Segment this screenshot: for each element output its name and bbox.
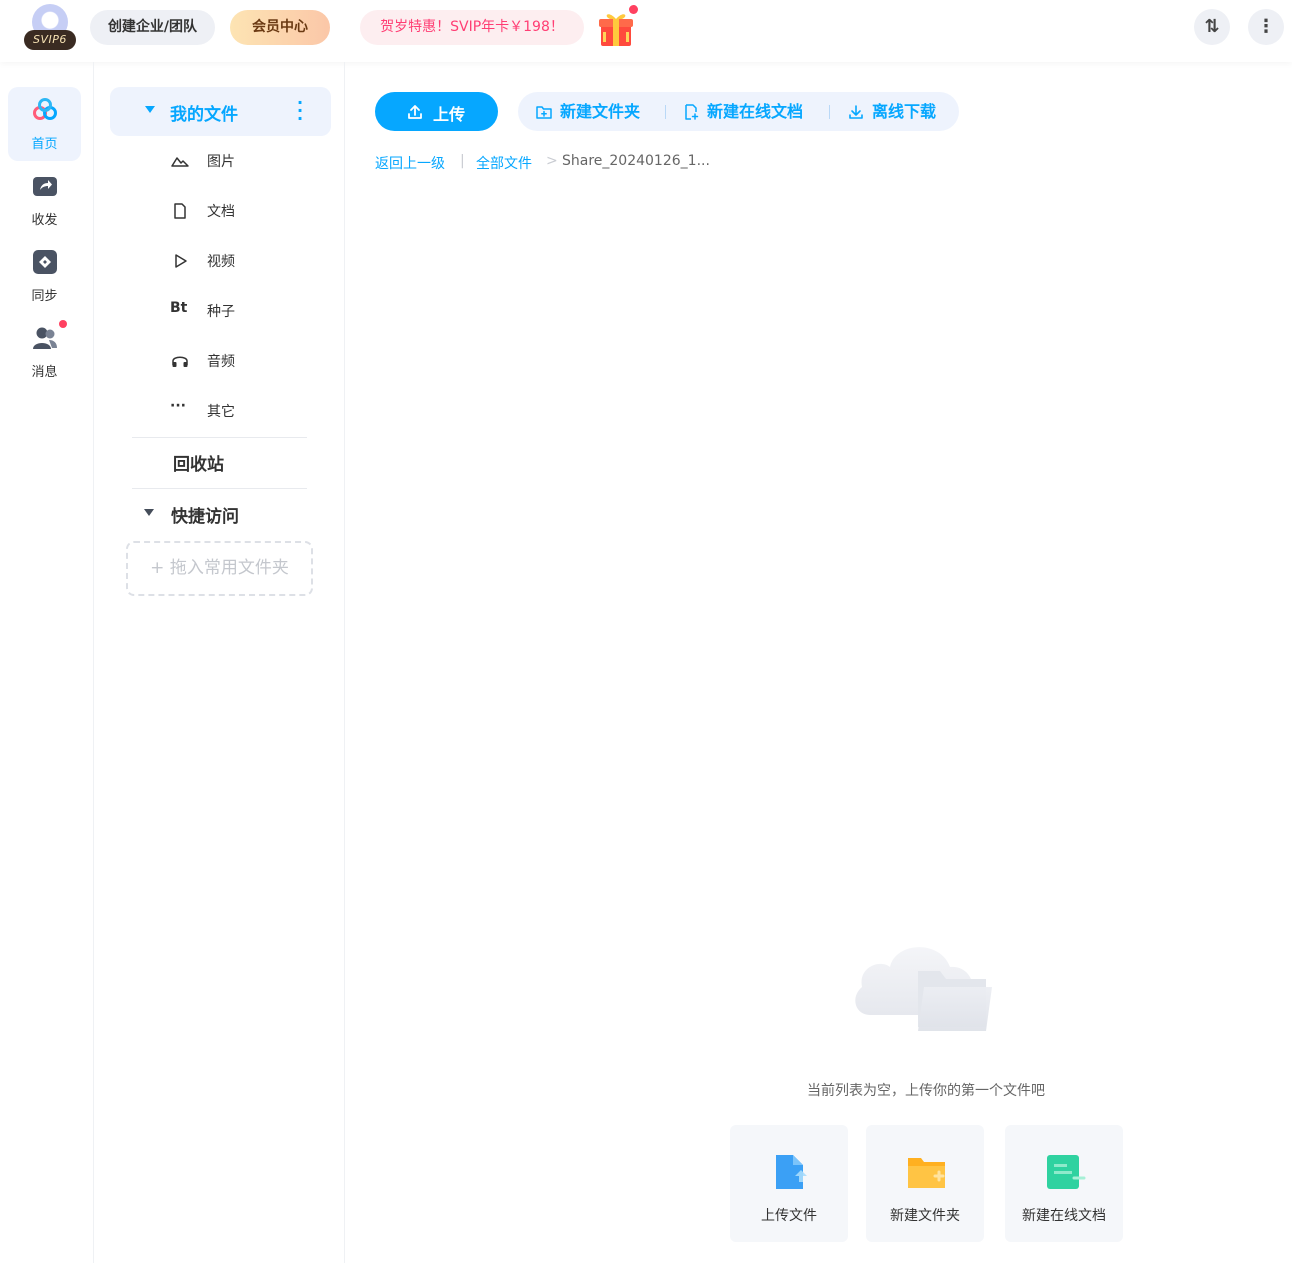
separator <box>665 105 666 119</box>
upload-file-icon <box>776 1155 807 1189</box>
promo-banner[interactable]: 贺岁特惠！SVIP年卡￥198！ <box>360 10 584 45</box>
audio-icon <box>172 356 188 367</box>
top-bar: SVIP6 创建企业/团队 会员中心 贺岁特惠！SVIP年卡￥198！ ⇅ ⋮ <box>0 0 1292 62</box>
notification-dot <box>629 5 638 14</box>
new-online-doc-button[interactable]: 新建在线文档 <box>682 92 814 131</box>
breadcrumb-all-files-link[interactable]: 全部文件 <box>476 153 532 173</box>
card-label: 新建在线文档 <box>1022 1208 1106 1224</box>
rail-item-sync[interactable]: 同步 <box>8 239 81 313</box>
new-folder-label: 新建文件夹 <box>560 102 641 121</box>
separator <box>829 105 830 119</box>
expand-caret-icon[interactable] <box>145 106 155 113</box>
breadcrumb-arrow: > <box>546 153 558 169</box>
gift-icon[interactable] <box>598 8 634 48</box>
upload-button-label: 上传 <box>433 105 466 124</box>
breadcrumb-divider: | <box>460 153 465 169</box>
new-folder-icon <box>908 1158 945 1188</box>
card-label: 新建文件夹 <box>890 1208 960 1224</box>
tree-item-videos[interactable]: 视频 <box>170 246 320 276</box>
video-icon <box>175 254 187 268</box>
document-icon <box>174 203 186 219</box>
main-content: 上传 新建文件夹 新建在线文档 离线下载 返回上一级 | 全部文件 > Shar… <box>345 62 1292 1263</box>
nav-rail: 首页 收发 同步 消息 <box>0 62 94 1263</box>
tree-my-files[interactable]: 我的文件 · · · <box>110 87 331 136</box>
transfer-icon[interactable]: ⇅ <box>1194 9 1230 45</box>
message-icon <box>33 327 57 349</box>
share-icon <box>33 177 57 196</box>
new-online-doc-label: 新建在线文档 <box>707 102 804 121</box>
tree-item-label: 图片 <box>207 154 235 170</box>
file-tree-sidebar: 我的文件 · · · 图片 文档 视频 Bt 种子 音频 ··· 其它 回收站 … <box>95 62 345 1263</box>
more-vertical-icon[interactable]: ⋮ <box>1248 9 1284 45</box>
empty-new-online-doc-card[interactable]: 新建在线文档 <box>1005 1125 1123 1242</box>
empty-new-folder-card[interactable]: 新建文件夹 <box>866 1125 984 1242</box>
vip-center-button[interactable]: 会员中心 <box>230 10 330 45</box>
divider <box>132 437 307 438</box>
new-folder-button[interactable]: 新建文件夹 <box>535 92 650 131</box>
tree-item-label: 其它 <box>207 404 235 420</box>
card-label: 上传文件 <box>761 1208 817 1224</box>
avatar[interactable]: SVIP6 <box>24 4 76 50</box>
empty-upload-file-card[interactable]: 上传文件 <box>730 1125 848 1242</box>
breadcrumb-back-link[interactable]: 返回上一级 <box>375 153 445 173</box>
upload-icon <box>408 105 422 119</box>
torrent-icon: Bt <box>170 300 188 316</box>
tree-item-label: 文档 <box>207 204 235 220</box>
divider <box>132 488 307 489</box>
empty-cloud-folder-icon <box>855 947 992 1031</box>
more-vertical-icon[interactable]: · · · <box>296 95 304 127</box>
rail-item-share[interactable]: 收发 <box>8 163 81 237</box>
rail-label-home: 首页 <box>31 137 58 152</box>
quick-access-drop-zone[interactable]: + 拖入常用文件夹 <box>126 541 313 596</box>
offline-download-button[interactable]: 离线下载 <box>847 92 947 131</box>
breadcrumb-current: Share_20240126_1... <box>562 153 710 169</box>
tree-quick-access[interactable]: 快捷访问 <box>171 502 239 527</box>
tree-recycle-bin[interactable]: 回收站 <box>173 450 224 475</box>
home-cloud-icon <box>33 98 57 120</box>
tree-my-files-label: 我的文件 <box>170 105 238 125</box>
rail-label-share: 收发 <box>31 213 58 228</box>
create-team-button[interactable]: 创建企业/团队 <box>90 10 215 45</box>
rail-item-messages[interactable]: 消息 <box>8 315 81 389</box>
new-online-doc-icon <box>1047 1155 1086 1189</box>
tree-item-label: 音频 <box>207 354 235 370</box>
rail-label-messages: 消息 <box>31 365 58 380</box>
upload-button[interactable]: 上传 <box>375 92 498 131</box>
tree-item-torrents[interactable]: Bt 种子 <box>170 296 320 326</box>
tree-item-documents[interactable]: 文档 <box>170 196 320 226</box>
svip-badge: SVIP6 <box>24 30 76 50</box>
rail-item-home[interactable]: 首页 <box>8 87 81 161</box>
new-folder-icon <box>536 106 552 119</box>
toolbar-actions: 新建文件夹 新建在线文档 离线下载 <box>518 92 959 131</box>
tree-item-other[interactable]: ··· 其它 <box>170 396 320 426</box>
image-icon <box>171 157 189 167</box>
tree-item-audio[interactable]: 音频 <box>170 346 320 376</box>
expand-caret-icon[interactable] <box>144 509 154 516</box>
rail-label-sync: 同步 <box>31 289 58 304</box>
tree-item-images[interactable]: 图片 <box>170 146 320 176</box>
download-icon <box>849 105 863 119</box>
tree-item-label: 视频 <box>207 254 235 270</box>
new-online-doc-icon <box>685 104 699 120</box>
tree-item-label: 种子 <box>207 304 235 320</box>
sync-icon <box>33 250 57 274</box>
empty-state-message: 当前列表为空，上传你的第一个文件吧 <box>807 1083 1045 1099</box>
other-icon: ··· <box>170 398 186 414</box>
message-badge-dot <box>59 320 67 328</box>
offline-download-label: 离线下载 <box>872 102 937 121</box>
